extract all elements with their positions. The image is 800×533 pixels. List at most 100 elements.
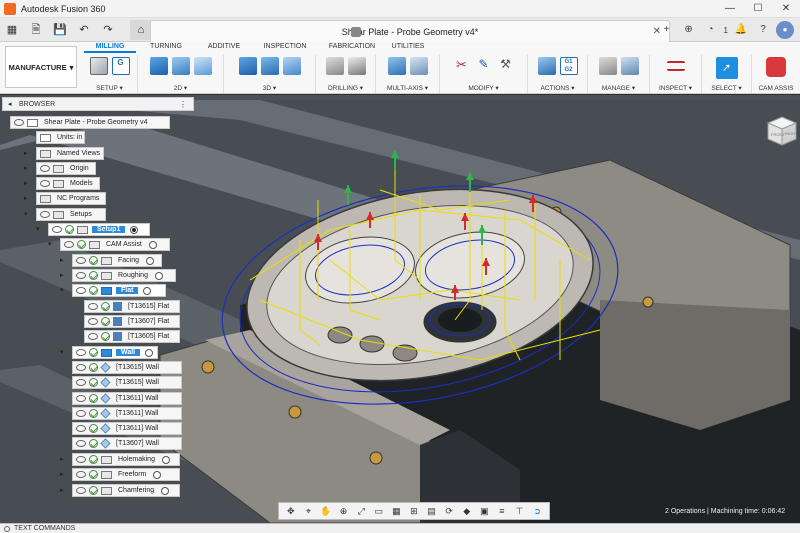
tree-wall-op[interactable]: [T13607] Wall [72,437,182,450]
more-options-icon[interactable]: ⋮ [179,100,187,109]
view-cube-icon[interactable]: FRONT RIGHT [766,113,798,147]
file-menu-icon[interactable]: 🗎 [27,22,45,38]
chevron-right-icon[interactable]: ▸ [24,195,32,203]
activate-radio-icon[interactable] [143,286,152,295]
visibility-eye-icon[interactable] [76,257,86,264]
visibility-eye-icon[interactable] [76,379,86,386]
hole-recognition-icon[interactable] [347,57,366,75]
swarf-icon[interactable] [387,57,406,75]
group-manage[interactable]: MANAGE ▾ [588,55,650,93]
group-multi-axis[interactable]: MULTI-AXIS ▾ [376,55,440,93]
workspace-switcher[interactable]: MANUFACTURE ▾ [5,46,77,88]
chevron-right-icon[interactable]: ▸ [24,150,32,158]
chevron-right-icon[interactable]: ▸ [60,487,68,495]
tree-root-document[interactable]: Shear Plate - Probe Geometry v4 [10,116,170,129]
tree-nc-programs[interactable]: NC Programs [36,192,106,205]
maximize-button[interactable]: ☐ [744,0,772,18]
select-cursor-icon[interactable]: ➚ [715,57,738,79]
chevron-right-icon[interactable]: ▸ [24,180,32,188]
group-2d[interactable]: 2D ▾ [138,55,224,93]
text-commands-bar[interactable]: TEXT COMMANDS [0,523,800,533]
undo-icon[interactable]: ↶ [75,22,93,38]
collapse-arrow-icon[interactable]: ◂ [8,100,12,108]
group-actions[interactable]: G1 G2 ACTIONS ▾ [528,55,588,93]
viewports-icon[interactable]: ⊞ [408,506,420,517]
look-at-icon[interactable]: ⌖ [302,506,314,517]
grid-icon[interactable]: ▦ [390,506,402,517]
browser-panel-header[interactable]: ◂ BROWSER ⋮ [2,97,194,111]
tree-origin[interactable]: Origin [36,162,96,175]
activate-radio-icon[interactable] [148,240,157,249]
chevron-right-icon[interactable]: ▸ [60,456,68,464]
tree-flat-op[interactable]: [T13615] Flat [84,300,180,313]
help-icon[interactable]: ? [754,21,772,39]
group-cam-assist[interactable]: CAM ASSIS [752,55,800,93]
visibility-eye-icon[interactable] [76,425,86,432]
pan-icon[interactable]: ✋ [320,506,332,517]
chevron-right-icon[interactable]: ▸ [60,272,68,280]
minimize-button[interactable]: — [716,0,744,18]
chevron-down-icon[interactable]: ▾ [36,226,44,234]
tool-library-manage-icon[interactable] [598,57,617,75]
3d-adaptive-icon[interactable] [238,57,257,75]
environment-icon[interactable]: ▣ [478,506,490,517]
tree-flat-folder[interactable]: Flat [72,284,166,297]
tab-turning[interactable]: TURNING [136,42,196,53]
tree-roughing[interactable]: Roughing [72,269,176,282]
tree-holemaking[interactable]: Holemaking [72,453,180,466]
visibility-eye-icon[interactable] [40,165,50,172]
chevron-right-icon[interactable]: ▸ [60,471,68,479]
group-3d[interactable]: 3D ▾ [224,55,316,93]
drill-icon[interactable] [325,57,344,75]
visibility-eye-icon[interactable] [76,395,86,402]
cam-assist-icon[interactable] [766,57,786,77]
visibility-eye-icon[interactable] [76,487,86,494]
tree-wall-folder[interactable]: Wall [72,346,158,359]
tab-inspection[interactable]: INSPECTION [252,42,318,53]
tree-setups[interactable]: Setups [36,208,106,221]
simulate-icon[interactable] [537,57,556,75]
visibility-eye-icon[interactable] [76,410,86,417]
chevron-down-icon[interactable]: ▾ [60,287,68,295]
setup-folder-icon[interactable] [89,57,108,75]
tree-models[interactable]: Models [36,177,100,190]
save-icon[interactable]: 💾 [51,22,69,38]
post-process-icon[interactable]: G1 G2 [559,57,578,75]
group-drilling[interactable]: DRILLING ▾ [316,55,376,93]
visibility-eye-icon[interactable] [88,333,98,340]
scissors-icon[interactable]: ✂ [453,57,471,75]
activate-radio-icon[interactable] [154,271,163,280]
chevron-down-icon[interactable]: ▾ [48,241,56,249]
tab-fabrication[interactable]: FABRICATION [318,42,386,53]
chevron-down-icon[interactable]: ▾ [60,349,68,357]
tree-facing[interactable]: Facing [72,254,162,267]
tree-wall-op[interactable]: [T13611] Wall [72,422,182,435]
2d-pocket-icon[interactable] [171,57,190,75]
tree-flat-op[interactable]: [T13607] Flat [84,315,180,328]
visibility-eye-icon[interactable] [76,471,86,478]
visibility-eye-icon[interactable] [88,303,98,310]
multi-axis-contour-icon[interactable] [409,57,428,75]
toolpath-display-icon[interactable]: ➲ [531,506,543,517]
3d-pocket-icon[interactable] [260,57,279,75]
new-tab-button[interactable]: + [658,21,676,39]
face-icon[interactable] [193,57,212,75]
visibility-eye-icon[interactable] [40,180,50,187]
tool-library-icon[interactable]: ⚒ [497,57,515,75]
activate-radio-icon[interactable] [145,348,154,357]
tree-flat-op[interactable]: [T13605] Flat [84,330,180,343]
tree-setup1[interactable]: Setup1 [48,223,150,236]
visibility-eye-icon[interactable] [40,211,50,218]
sort-icon[interactable]: ≡ [496,506,508,517]
group-modify[interactable]: ✂ ✎ ⚒ MODIFY ▾ [440,55,528,93]
document-tab[interactable]: Shear Plate - Probe Geometry v4* ✕ [150,20,670,42]
edit-toolpath-icon[interactable]: ✎ [475,57,493,75]
machine-library-icon[interactable] [620,57,639,75]
show-toolpath-icon[interactable]: ◆ [461,506,473,517]
activate-radio-icon[interactable] [130,225,139,234]
extensions-icon[interactable]: ⊕ [680,21,698,39]
chevron-right-icon[interactable]: ▸ [60,257,68,265]
tree-wall-op[interactable]: [T13611] Wall [72,392,182,405]
tree-freeform[interactable]: Freeform [72,468,180,481]
orbit-icon[interactable]: ✥ [285,506,297,517]
